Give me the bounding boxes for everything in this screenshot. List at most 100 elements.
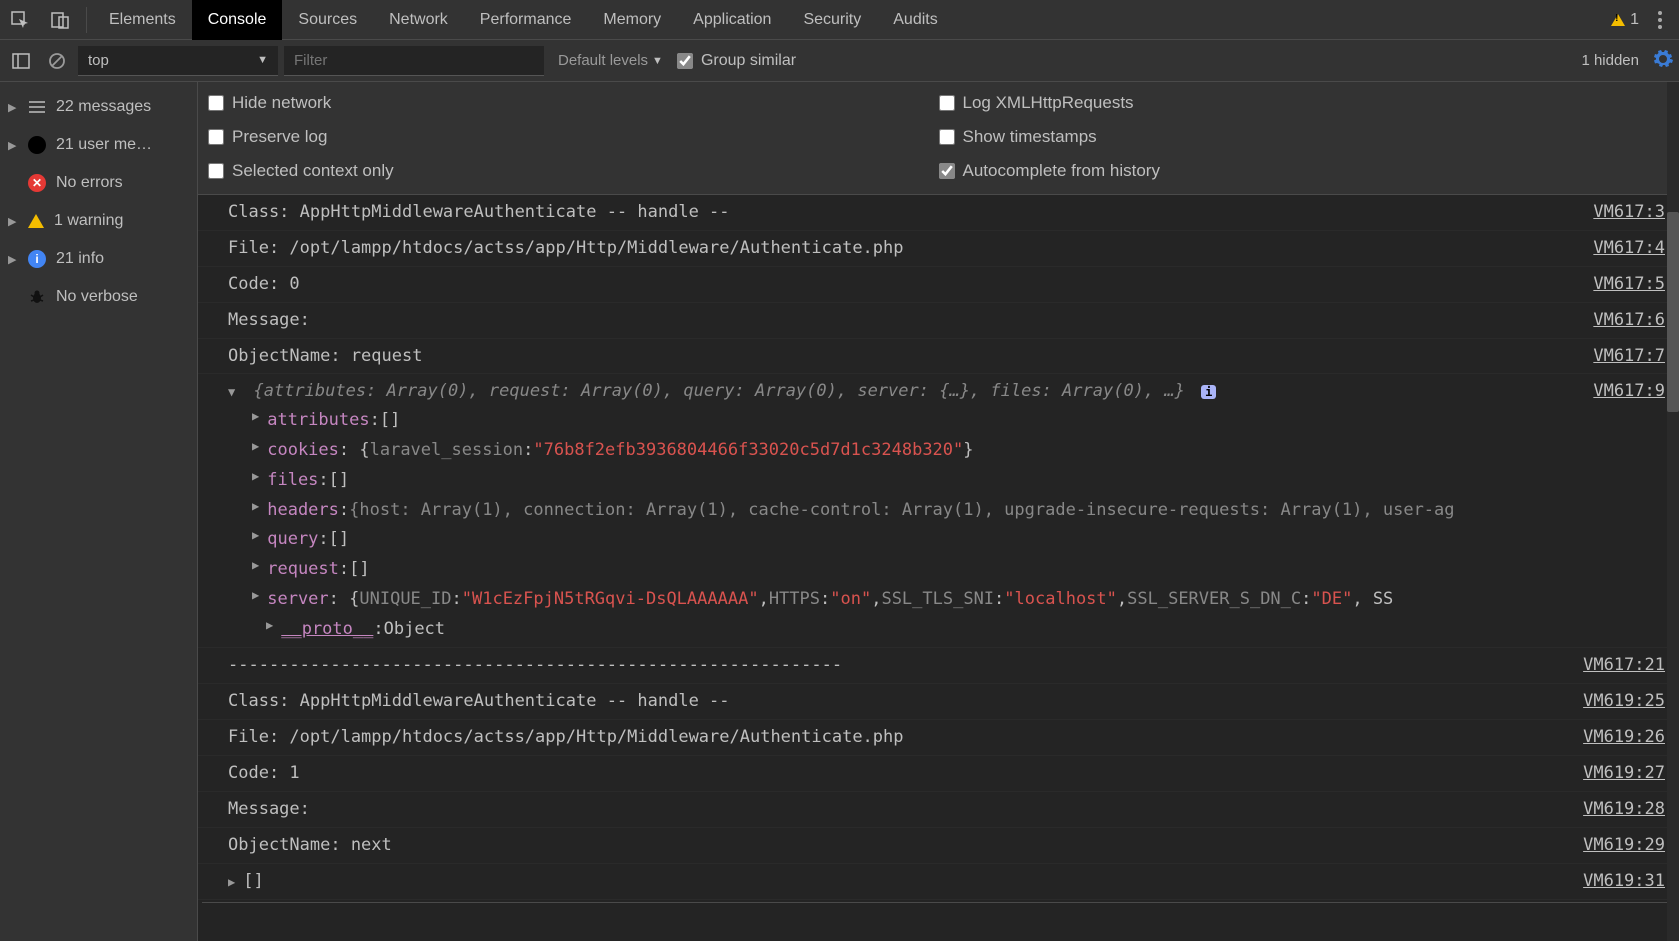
- expand-toggle-icon[interactable]: ▼: [228, 385, 235, 399]
- checkbox-input[interactable]: [939, 163, 955, 179]
- divider: [86, 7, 87, 33]
- tab-memory[interactable]: Memory: [587, 0, 677, 40]
- expand-arrow-icon[interactable]: ▶: [8, 139, 18, 152]
- console-toolbar: top ▼ Default levels ▼ Group similar 1 h…: [0, 40, 1679, 82]
- tabs-container: ElementsConsoleSourcesNetworkPerformance…: [93, 0, 954, 40]
- group-similar-checkbox[interactable]: Group similar: [677, 52, 796, 70]
- setting-label: Log XMLHttpRequests: [963, 93, 1134, 113]
- expand-toggle-icon[interactable]: ▶: [252, 406, 259, 436]
- tab-security[interactable]: Security: [787, 0, 877, 40]
- tab-performance[interactable]: Performance: [464, 0, 588, 40]
- source-link[interactable]: VM617:3: [1573, 198, 1665, 227]
- inspect-element-icon[interactable]: [0, 0, 40, 40]
- source-link[interactable]: VM617:9: [1573, 377, 1665, 406]
- log-line: Class: AppHttpMiddlewareAuthenticate -- …: [198, 684, 1679, 720]
- setting-label: Hide network: [232, 93, 331, 113]
- source-link[interactable]: VM619:31: [1563, 867, 1665, 896]
- tab-audits[interactable]: Audits: [877, 0, 953, 40]
- tab-elements[interactable]: Elements: [93, 0, 192, 40]
- log-line: Code: 0VM617:5: [198, 267, 1679, 303]
- setting-label: Autocomplete from history: [963, 161, 1160, 181]
- source-link[interactable]: VM619:27: [1563, 759, 1665, 788]
- sidebar-item[interactable]: ▶ 1 warning: [0, 202, 197, 240]
- tab-console[interactable]: Console: [192, 0, 283, 40]
- object-summary[interactable]: {attributes: Array(0), request: Array(0)…: [253, 381, 1184, 401]
- toggle-sidebar-icon[interactable]: [6, 46, 36, 76]
- log-line: Code: 1VM619:27: [198, 756, 1679, 792]
- console-settings-panel: Hide network Preserve log Selected context…: [198, 82, 1679, 195]
- expand-arrow-icon[interactable]: ▶: [8, 215, 18, 228]
- user-icon: [28, 136, 46, 154]
- log-level-selector[interactable]: Default levels ▼: [550, 46, 671, 76]
- warnings-badge[interactable]: 1: [1611, 11, 1639, 29]
- sidebar-item[interactable]: ✕No errors: [0, 164, 197, 202]
- source-link[interactable]: VM617:5: [1573, 270, 1665, 299]
- source-link[interactable]: VM619:28: [1563, 795, 1665, 824]
- checkbox-input[interactable]: [939, 95, 955, 111]
- expand-toggle-icon[interactable]: ▶: [252, 496, 259, 526]
- sidebar-item[interactable]: ▶ i 21 info: [0, 240, 197, 278]
- source-link[interactable]: VM619:29: [1563, 831, 1665, 860]
- setting-checkbox[interactable]: Log XMLHttpRequests: [939, 86, 1670, 120]
- console-output[interactable]: Class: AppHttpMiddlewareAuthenticate -- …: [198, 195, 1679, 941]
- expand-toggle-icon[interactable]: ▶: [252, 436, 259, 466]
- setting-checkbox[interactable]: Autocomplete from history: [939, 154, 1670, 188]
- source-link[interactable]: VM617:21: [1563, 651, 1665, 680]
- context-selector[interactable]: top ▼: [78, 46, 278, 76]
- expand-toggle-icon[interactable]: ▶: [252, 555, 259, 585]
- chevron-down-icon: ▼: [652, 55, 663, 67]
- setting-label: Preserve log: [232, 127, 327, 147]
- source-link[interactable]: VM617:4: [1573, 234, 1665, 263]
- setting-checkbox[interactable]: Selected context only: [208, 154, 939, 188]
- checkbox-input[interactable]: [208, 95, 224, 111]
- expand-toggle-icon[interactable]: ▶: [228, 875, 235, 889]
- sidebar-item[interactable]: No verbose: [0, 278, 197, 316]
- info-icon: i: [28, 250, 46, 268]
- log-object: VM617:9 ▼ {attributes: Array(0), request…: [198, 374, 1679, 648]
- source-link[interactable]: VM617:7: [1573, 342, 1665, 371]
- gear-icon[interactable]: [1653, 49, 1673, 73]
- expand-arrow-icon[interactable]: ▶: [8, 253, 18, 266]
- expand-toggle-icon[interactable]: ▶: [266, 615, 273, 645]
- scrollbar[interactable]: [1667, 82, 1679, 941]
- setting-checkbox[interactable]: Show timestamps: [939, 120, 1670, 154]
- warn-icon: [28, 214, 44, 228]
- group-similar-label: Group similar: [701, 52, 796, 70]
- devtools-tab-bar: ElementsConsoleSourcesNetworkPerformance…: [0, 0, 1679, 40]
- tab-sources[interactable]: Sources: [282, 0, 373, 40]
- checkbox-input[interactable]: [208, 129, 224, 145]
- setting-checkbox[interactable]: Hide network: [208, 86, 939, 120]
- bug-icon: [28, 288, 46, 306]
- device-toolbar-icon[interactable]: [40, 0, 80, 40]
- checkbox-input[interactable]: [208, 163, 224, 179]
- source-link[interactable]: VM617:6: [1573, 306, 1665, 335]
- tab-application[interactable]: Application: [677, 0, 787, 40]
- hidden-count[interactable]: 1 hidden: [1581, 52, 1639, 69]
- expand-toggle-icon[interactable]: ▶: [252, 525, 259, 555]
- warnings-count: 1: [1630, 11, 1639, 29]
- sidebar-label: 21 user me…: [56, 136, 152, 154]
- console-main: Hide network Preserve log Selected context…: [198, 82, 1679, 941]
- checkbox-input[interactable]: [939, 129, 955, 145]
- group-similar-input[interactable]: [677, 53, 693, 69]
- sidebar-label: No errors: [56, 174, 123, 192]
- info-badge-icon[interactable]: i: [1201, 385, 1216, 399]
- clear-console-icon[interactable]: [42, 46, 72, 76]
- expand-toggle-icon[interactable]: ▶: [252, 466, 259, 496]
- scrollbar-thumb[interactable]: [1667, 212, 1679, 412]
- context-value: top: [88, 52, 109, 69]
- filter-input[interactable]: [284, 46, 544, 76]
- sidebar-label: 21 info: [56, 250, 104, 268]
- expand-arrow-icon[interactable]: ▶: [8, 101, 18, 114]
- sidebar-item[interactable]: ▶22 messages: [0, 88, 197, 126]
- setting-checkbox[interactable]: Preserve log: [208, 120, 939, 154]
- sidebar-label: 1 warning: [54, 212, 123, 230]
- msg-icon: [28, 98, 46, 116]
- source-link[interactable]: VM619:25: [1563, 687, 1665, 716]
- source-link[interactable]: VM619:26: [1563, 723, 1665, 752]
- tab-network[interactable]: Network: [373, 0, 464, 40]
- warning-triangle-icon: [1611, 14, 1625, 26]
- expand-toggle-icon[interactable]: ▶: [252, 585, 259, 615]
- sidebar-item[interactable]: ▶ 21 user me…: [0, 126, 197, 164]
- more-menu-icon[interactable]: [1649, 11, 1671, 29]
